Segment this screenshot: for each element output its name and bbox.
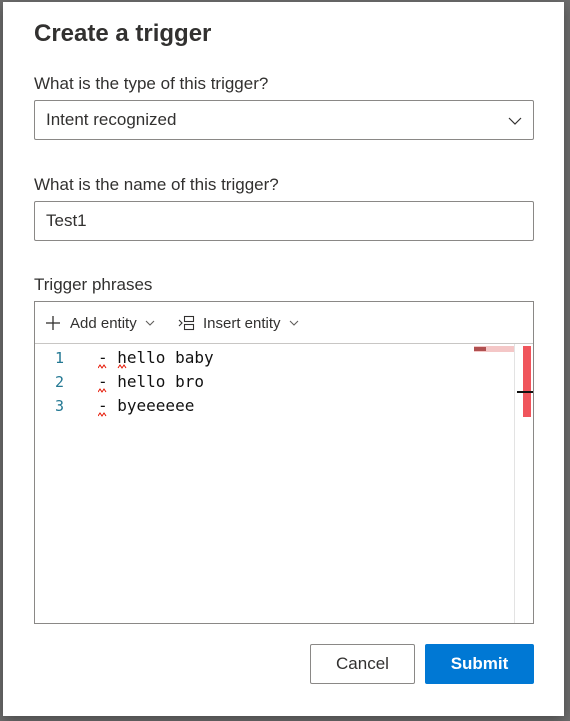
error-scroll-marker — [523, 346, 531, 417]
line-text: - hello bro — [98, 372, 204, 391]
trigger-name-label: What is the name of this trigger? — [34, 175, 279, 194]
add-entity-button[interactable]: Add entity — [45, 312, 156, 334]
editor-line[interactable]: 2 - hello bro — [35, 370, 505, 394]
insert-entity-button[interactable]: Insert entity — [178, 312, 300, 334]
editor-line[interactable]: 3 - byeeeeee — [35, 394, 505, 418]
create-trigger-dialog: Create a trigger What is the type of thi… — [3, 2, 564, 716]
code-editor-area[interactable]: 1 - hello baby 2 - hello bro 3 - byeeeee… — [35, 344, 515, 623]
trigger-phrases-label: Trigger phrases — [34, 275, 153, 294]
line-text: - byeeeeee — [98, 396, 195, 415]
trigger-phrases-editor[interactable]: Add entity Insert entity 1 - hello baby … — [34, 301, 534, 624]
insert-entity-label: Insert entity — [203, 314, 281, 332]
line-number: 3 — [55, 397, 65, 415]
chevron-down-icon — [145, 320, 155, 326]
add-entity-label: Add entity — [70, 314, 137, 332]
minimap-slider[interactable] — [474, 346, 514, 352]
chevron-down-icon — [508, 117, 522, 125]
editor-toolbar: Add entity Insert entity — [35, 302, 533, 344]
plus-icon — [46, 316, 60, 330]
chevron-down-icon — [289, 320, 298, 326]
trigger-type-value: Intent recognized — [46, 110, 177, 129]
cursor-scroll-marker — [517, 391, 533, 393]
line-number: 1 — [55, 349, 65, 367]
trigger-type-dropdown[interactable]: Intent recognized — [34, 100, 534, 140]
trigger-name-input[interactable] — [34, 201, 534, 241]
cancel-button[interactable]: Cancel — [310, 644, 415, 684]
editor-scrollbar[interactable] — [514, 344, 533, 623]
error-squiggle-icon — [98, 412, 107, 417]
submit-button[interactable]: Submit — [425, 644, 534, 684]
line-number: 2 — [55, 373, 65, 391]
editor-line[interactable]: 1 - hello baby — [35, 346, 505, 370]
trigger-type-label: What is the type of this trigger? — [34, 74, 269, 93]
insert-entity-icon — [178, 315, 195, 331]
dialog-title: Create a trigger — [34, 20, 212, 47]
